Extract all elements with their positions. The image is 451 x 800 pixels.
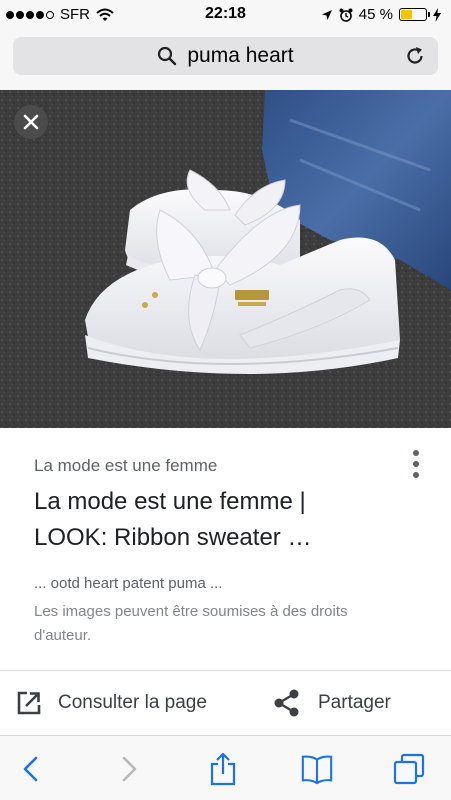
visit-page-label: Consulter la page (58, 692, 207, 713)
reload-icon[interactable] (404, 45, 426, 67)
toolbar-share-button[interactable] (206, 752, 240, 786)
result-title-line1: La mode est une femme | (34, 488, 306, 515)
open-external-icon (17, 691, 41, 715)
image-viewer[interactable] (0, 90, 451, 428)
search-bar[interactable]: puma heart (13, 37, 438, 75)
back-button[interactable] (14, 752, 48, 786)
battery-percent: 45 % (358, 6, 393, 23)
search-query[interactable]: puma heart (187, 44, 293, 68)
forward-icon (122, 756, 137, 782)
location-icon (321, 9, 332, 20)
status-right: 45 % (321, 6, 441, 23)
copyright-line1: Les images peuvent être soumises à des d… (34, 603, 348, 620)
back-icon (23, 756, 38, 782)
visit-page-button[interactable]: Consulter la page (16, 671, 207, 735)
share-label: Partager (318, 692, 391, 713)
browser-toolbar (0, 735, 451, 800)
result-title[interactable]: La mode est une femme | LOOK: Ribbon swe… (34, 484, 414, 556)
more-options-icon[interactable] (406, 450, 426, 482)
copyright-line2: d'auteur. (34, 627, 92, 644)
share-button[interactable]: Partager (272, 671, 391, 735)
close-button[interactable] (14, 105, 48, 139)
charging-icon (433, 7, 441, 22)
sneaker-photo (0, 90, 451, 428)
result-info: La mode est une femme La mode est une fe… (0, 428, 451, 670)
result-title-line2: LOOK: Ribbon sweater … (34, 524, 312, 551)
bookmarks-icon (301, 755, 333, 785)
alarm-icon (339, 8, 353, 22)
battery-icon (399, 8, 430, 21)
battery-level-fill (401, 10, 412, 19)
copyright-notice: Les images peuvent être soumises à des d… (34, 600, 414, 648)
close-icon (23, 114, 39, 130)
result-snippet: ... ootd heart patent puma ... (34, 575, 223, 592)
share-upload-icon (210, 752, 236, 786)
search-content: puma heart (13, 37, 438, 75)
search-icon (158, 46, 177, 66)
search-area: puma heart (0, 30, 451, 90)
share-icon (274, 689, 299, 717)
tabs-icon (393, 753, 425, 785)
site-name[interactable]: La mode est une femme (34, 456, 217, 476)
forward-button[interactable] (112, 752, 146, 786)
bookmarks-button[interactable] (300, 752, 334, 786)
action-row: Consulter la page Partager (0, 671, 451, 735)
tabs-button[interactable] (392, 752, 426, 786)
status-bar: SFR 22:18 45 % (0, 0, 451, 30)
